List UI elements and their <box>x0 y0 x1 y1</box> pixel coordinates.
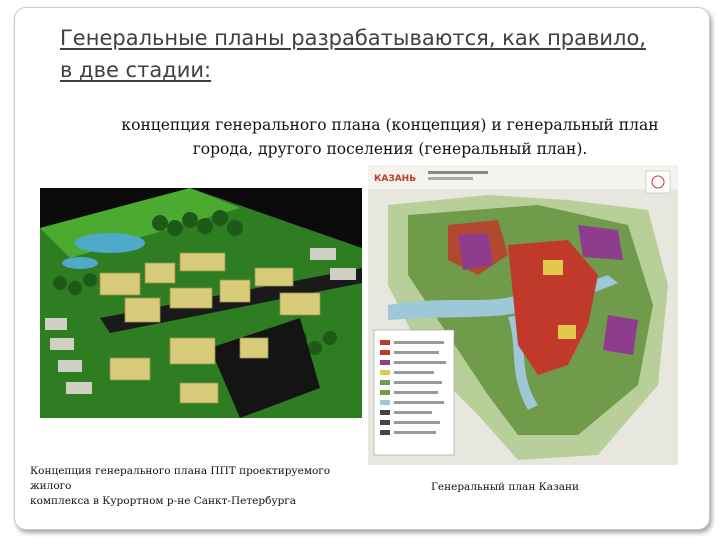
subtitle-line-2: города, другого поселения (генеральный п… <box>192 140 588 158</box>
map-logo-text: КАЗАНЬ <box>374 174 416 184</box>
title-line-2: в две стадии: <box>60 58 212 82</box>
right-image-caption: Генеральный план Казани <box>430 481 580 493</box>
slide-title: Генеральные планы разрабатываются, как п… <box>60 22 680 86</box>
slide-subtitle: концепция генерального плана (концепция)… <box>110 113 670 161</box>
title-line-1: Генеральные планы разрабатываются, как п… <box>60 26 646 50</box>
kazan-master-plan-image: КАЗАНЬ <box>368 165 678 465</box>
residential-model-image <box>40 188 362 418</box>
left-image-caption: Концепция генерального плана ППТ проекти… <box>30 464 370 509</box>
left-caption-line-2: комплекса в Курортном р-не Санкт-Петербу… <box>30 495 297 507</box>
left-caption-line-1: Концепция генерального плана ППТ проекти… <box>30 465 331 492</box>
subtitle-line-1: концепция генерального плана (концепция)… <box>121 116 659 134</box>
